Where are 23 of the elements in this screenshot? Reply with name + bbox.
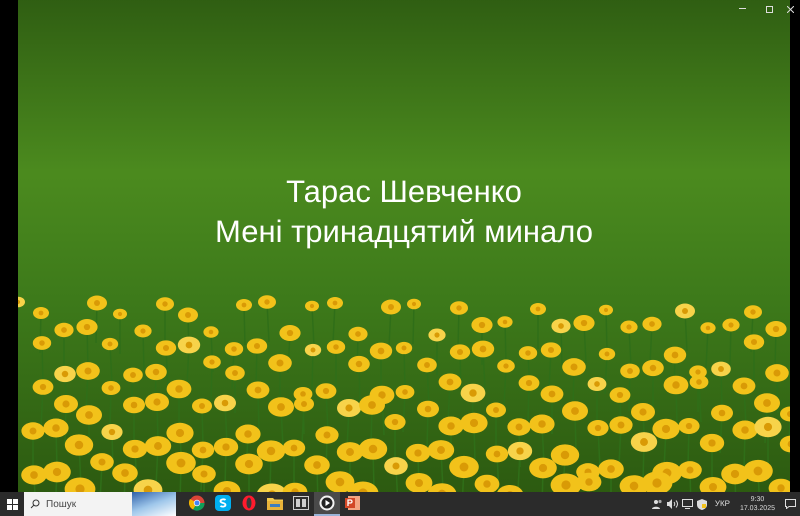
search-icon [30,499,40,509]
speaker-icon[interactable] [666,499,678,509]
image-viewer-icon [293,496,309,510]
round-browser-icon [189,495,205,511]
people-icon[interactable] [652,499,663,509]
monitor-icon[interactable] [682,499,693,509]
play-icon [319,495,335,511]
maximize-icon[interactable] [766,6,773,12]
language-indicator[interactable]: УКР [714,498,730,510]
presentation-icon [345,495,361,511]
slide-title: Тарас Шевченко [286,173,522,211]
search-highlight-picture [132,492,176,516]
notifications-icon[interactable] [785,499,796,509]
windows-logo-icon [6,498,18,510]
taskbar-app-button[interactable] [314,492,340,516]
search-field[interactable]: Пошук [24,492,132,516]
chat-app-icon [215,495,231,511]
minimize-icon[interactable] [739,8,746,10]
ring-browser-icon [241,495,257,511]
slide-title: Мені тринадцятий минало [215,213,593,251]
close-icon[interactable] [787,6,794,12]
shield-icon[interactable] [696,498,707,510]
folder-icon [267,496,283,510]
